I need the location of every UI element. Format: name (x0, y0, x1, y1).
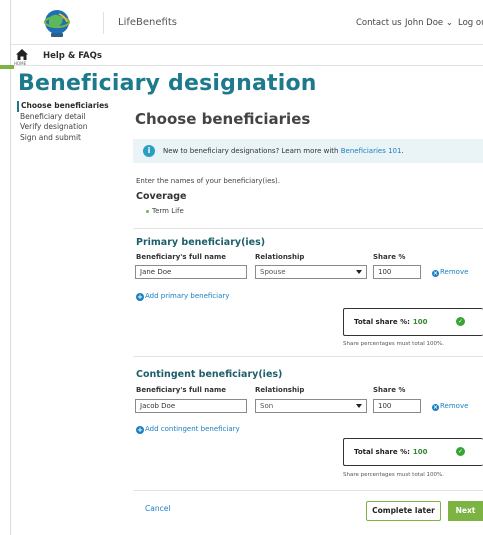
primary-share-note: Share percentages must total 100%. (343, 341, 444, 347)
logout-link[interactable]: Log out (458, 18, 483, 28)
total-label: Total share %: (354, 448, 410, 456)
remove-icon: × (432, 270, 439, 277)
contingent-share-note: Share percentages must total 100%. (343, 472, 444, 478)
section-divider (133, 356, 483, 357)
step-verify-designation[interactable]: Verify designation (17, 122, 109, 133)
contingent-total-value: 100 (412, 448, 428, 456)
brand-name: LifeBenefits (118, 17, 177, 28)
remove-label: Remove (440, 402, 469, 410)
info-suffix: . (401, 146, 404, 155)
plus-icon: + (136, 293, 144, 301)
check-icon: ✓ (456, 447, 465, 456)
instructions-text: Enter the names of your beneficiary(ies)… (136, 177, 280, 185)
left-border (10, 0, 11, 535)
footer-divider (133, 490, 483, 491)
coverage-heading: Coverage (136, 191, 187, 202)
step-choose-beneficiaries[interactable]: Choose beneficiaries (17, 101, 109, 112)
col-full-name: Beneficiary's full name (136, 253, 227, 261)
contingent-name-input[interactable]: Jacob Doe (135, 399, 247, 413)
total-label: Total share %: (354, 318, 410, 326)
contingent-total-box: Total share %: 100 ✓ (343, 438, 483, 466)
help-faqs-link[interactable]: Help & FAQs (43, 51, 102, 61)
bullet-icon (146, 209, 149, 213)
step-sign-and-submit[interactable]: Sign and submit (17, 133, 109, 144)
plus-icon: + (136, 426, 144, 434)
col-full-name: Beneficiary's full name (136, 386, 227, 394)
contingent-total-text: Total share %: 100 (354, 448, 428, 456)
subnav-separator (10, 65, 483, 66)
section-divider (133, 228, 483, 229)
dropdown-arrow-icon (356, 404, 362, 408)
home-icon[interactable] (15, 48, 29, 62)
primary-total-box: Total share %: 100 ✓ (343, 308, 483, 336)
col-share: Share % (373, 253, 406, 261)
step-navigation: Choose beneficiaries Beneficiary detail … (17, 101, 109, 143)
primary-total-text: Total share %: 100 (354, 318, 428, 326)
primary-total-value: 100 (412, 318, 428, 326)
section-title: Choose beneficiaries (135, 110, 311, 128)
globe-logo-icon[interactable] (37, 6, 77, 40)
accent-bar (0, 65, 14, 69)
contingent-relationship-select[interactable]: Son (255, 399, 367, 413)
add-primary-label: Add primary beneficiary (145, 292, 230, 300)
complete-later-button[interactable]: Complete later (366, 501, 441, 521)
primary-share-input[interactable]: 100 (373, 265, 421, 279)
contact-link[interactable]: Contact us (356, 18, 402, 28)
check-icon: ✓ (456, 317, 465, 326)
contingent-title: Contingent beneficiary(ies) (136, 369, 283, 380)
col-relationship: Relationship (255, 253, 305, 261)
user-name: John Doe (405, 18, 444, 28)
header-separator (10, 44, 483, 45)
page-title: Beneficiary designation (18, 71, 317, 96)
contingent-remove-button[interactable]: × Remove (432, 402, 468, 411)
chevron-down-icon: ⌄ (445, 18, 453, 28)
info-text: New to beneficiary designations? Learn m… (163, 147, 404, 155)
remove-label: Remove (440, 268, 469, 276)
add-primary-button[interactable]: + Add primary beneficiary (136, 292, 229, 301)
col-relationship: Relationship (255, 386, 305, 394)
contingent-relationship-value: Son (260, 402, 274, 410)
dropdown-arrow-icon (356, 270, 362, 274)
coverage-item-label: Term Life (152, 207, 184, 215)
add-contingent-button[interactable]: + Add contingent beneficiary (136, 425, 240, 434)
primary-remove-button[interactable]: × Remove (432, 268, 468, 277)
step-beneficiary-detail[interactable]: Beneficiary detail (17, 112, 109, 123)
info-icon: i (143, 145, 155, 157)
primary-name-input[interactable]: Jane Doe (135, 265, 247, 279)
primary-relationship-select[interactable]: Spouse (255, 265, 367, 279)
top-header: LifeBenefits Contact us John Doe ⌄ Log o… (0, 0, 483, 44)
col-share: Share % (373, 386, 406, 394)
remove-icon: × (432, 404, 439, 411)
primary-title: Primary beneficiary(ies) (136, 237, 266, 248)
info-message: New to beneficiary designations? Learn m… (163, 146, 341, 155)
cancel-button[interactable]: Cancel (145, 504, 170, 513)
coverage-item: Term Life (146, 207, 184, 215)
contingent-share-input[interactable]: 100 (373, 399, 421, 413)
next-button[interactable]: Next (448, 501, 483, 521)
user-menu[interactable]: John Doe ⌄ (405, 18, 453, 28)
beneficiaries-101-link[interactable]: Beneficiaries 101 (341, 147, 402, 155)
header-divider (103, 12, 104, 34)
info-banner: i New to beneficiary designations? Learn… (133, 139, 483, 163)
primary-relationship-value: Spouse (260, 268, 286, 276)
add-contingent-label: Add contingent beneficiary (145, 425, 240, 433)
